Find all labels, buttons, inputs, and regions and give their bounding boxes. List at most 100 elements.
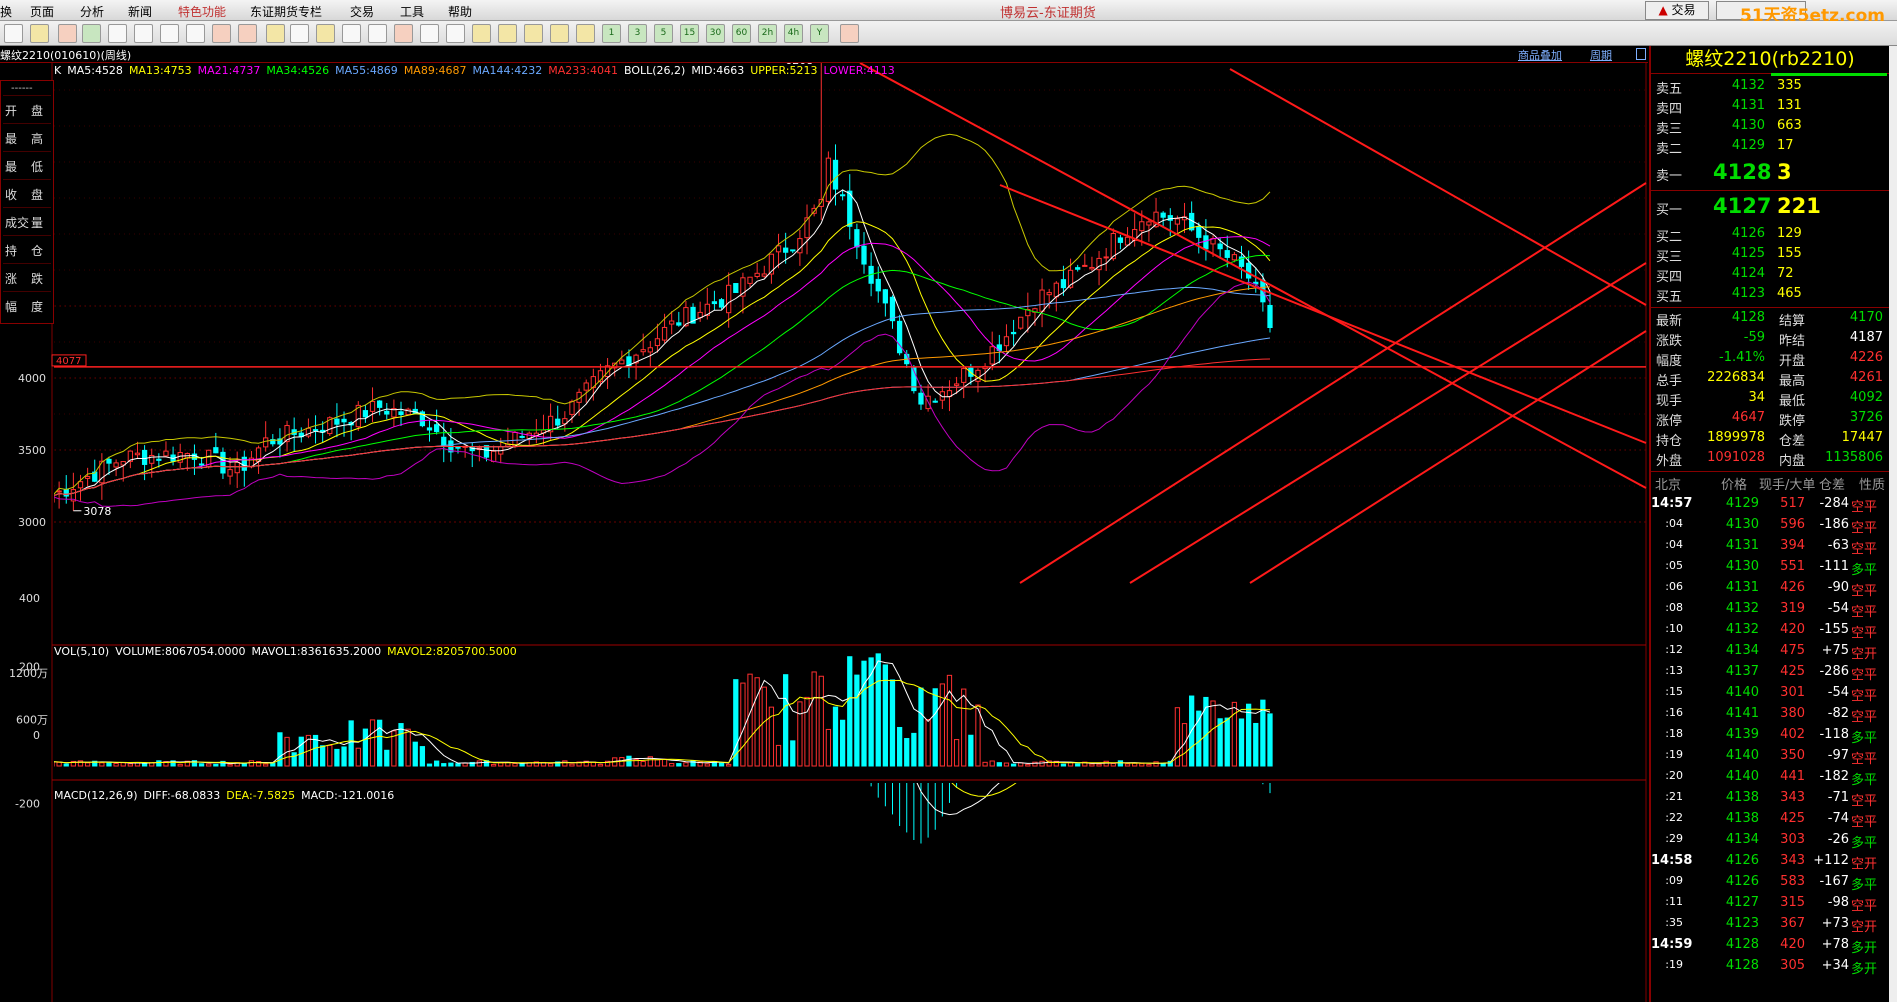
- toolbar-button[interactable]: [420, 24, 439, 43]
- trend-line: [999, 184, 1647, 444]
- menu-item-analysis[interactable]: 分析: [80, 3, 104, 20]
- tick-oi-change: -90: [1827, 580, 1849, 595]
- stat-row: 幅度 -1.41% 开盘 4226: [1651, 350, 1889, 370]
- volume-bar: [896, 726, 903, 767]
- toolbar-button[interactable]: [82, 24, 101, 43]
- volume-bar: [726, 763, 732, 767]
- bid-price: 4123: [1731, 286, 1765, 301]
- indicator-value: K: [54, 64, 62, 77]
- volume-bar: [861, 660, 867, 767]
- indicator-value: MA34:4526: [266, 64, 330, 77]
- toolbar-button[interactable]: [524, 24, 543, 43]
- volume-bar: [1139, 763, 1145, 767]
- stat-row: 最新 4128 结算 4170: [1651, 310, 1889, 330]
- macd-axis-label: 0: [33, 729, 40, 742]
- left-panel-row: 收盘: [3, 179, 51, 206]
- ticks-header-label: 北京: [1655, 478, 1682, 493]
- menu-item-features[interactable]: 特色功能: [178, 3, 226, 20]
- toolbar-button[interactable]: [472, 24, 491, 43]
- volume-bar: [1039, 760, 1045, 767]
- toolbar-button[interactable]: [266, 24, 285, 43]
- tick-row: :05 4130 551 -111 多平: [1651, 559, 1889, 580]
- toolbar-button[interactable]: 1: [602, 24, 621, 43]
- ask-row: 卖四 4131 131: [1651, 98, 1889, 118]
- kline-chart-area[interactable]: 45004000350030004077620830781200万600万400…: [0, 63, 1648, 1002]
- toolbar-button[interactable]: [498, 24, 517, 43]
- volume-bar: [263, 763, 269, 767]
- toolbar-button[interactable]: [368, 24, 387, 43]
- left-panel-label: 度: [31, 300, 44, 314]
- bid-price: 4126: [1731, 226, 1765, 241]
- menu-item-futures-column[interactable]: 东证期货专栏: [250, 3, 322, 20]
- toolbar-button[interactable]: [576, 24, 595, 43]
- period-link[interactable]: 周期: [1590, 47, 1612, 63]
- bid-row: 买五 4123 465: [1651, 286, 1889, 306]
- tick-row: :19 4128 305 +34 多开: [1651, 958, 1889, 979]
- menu-item-help[interactable]: 帮助: [448, 3, 472, 20]
- toolbar-button[interactable]: 3: [628, 24, 647, 43]
- candle-body: [989, 346, 995, 365]
- toolbar-button[interactable]: Y: [810, 24, 829, 43]
- candle-body: [334, 418, 340, 425]
- candle-body: [1217, 243, 1223, 250]
- menu-item-switch[interactable]: 换: [0, 3, 12, 20]
- toolbar-button[interactable]: 30: [706, 24, 725, 43]
- tick-row: :08 4132 319 -54 空平: [1651, 601, 1889, 622]
- toolbar-button[interactable]: [238, 24, 257, 43]
- volume-bar: [113, 762, 119, 767]
- toolbar-button[interactable]: [212, 24, 231, 43]
- toolbar-button[interactable]: [446, 24, 465, 43]
- trade-button[interactable]: ▲ 交易: [1645, 1, 1709, 20]
- candle-body: [619, 359, 625, 365]
- toolbar-button[interactable]: [550, 24, 569, 43]
- volume-bar: [1253, 722, 1259, 767]
- left-info-panel: ------ 开盘最高最低收盘成交量持仓涨跌幅度: [0, 80, 54, 324]
- bid-volume: 465: [1777, 286, 1802, 301]
- volume-bar: [455, 763, 461, 767]
- candle-body: [661, 326, 668, 341]
- toolbar-button[interactable]: [316, 24, 335, 43]
- toolbar-button[interactable]: [342, 24, 361, 43]
- toolbar-button[interactable]: [58, 24, 77, 43]
- quote-panel: 螺纹2210(rb2210) 卖五 4132 335 卖四 4131 131 卖三 4130 6…: [1649, 46, 1897, 1002]
- candle-body: [569, 400, 575, 415]
- stat-label: 结算: [1779, 314, 1806, 329]
- ask-row: 卖二 4129 17: [1651, 138, 1889, 158]
- macd-indicator-header: MACD(12,26,9) DIFF:-68.0833 DEA:-7.5825 MAC…: [54, 789, 400, 802]
- toolbar-button[interactable]: 15: [680, 24, 699, 43]
- toolbar-button[interactable]: [290, 24, 309, 43]
- toolbar-button[interactable]: [394, 24, 413, 43]
- toolbar-button[interactable]: [160, 24, 179, 43]
- tick-oi-change: +75: [1821, 643, 1849, 658]
- left-panel-row: 涨跌: [3, 263, 51, 290]
- volume-bar: [569, 763, 575, 767]
- tick-oi-change: -182: [1819, 769, 1849, 784]
- menu-item-tools[interactable]: 工具: [400, 3, 424, 20]
- tick-oi-change: -26: [1827, 832, 1849, 847]
- tick-type: 多平: [1851, 731, 1878, 746]
- toolbar-button[interactable]: 60: [732, 24, 751, 43]
- toolbar-button[interactable]: [4, 24, 23, 43]
- pane-toggle-icon[interactable]: [1636, 48, 1646, 60]
- toolbar-button[interactable]: [186, 24, 205, 43]
- toolbar-button[interactable]: [840, 24, 859, 43]
- tick-volume: 394: [1780, 538, 1805, 553]
- menu-item-trade[interactable]: 交易: [350, 3, 374, 20]
- macd-dea-line: [951, 783, 1017, 797]
- toolbar-button[interactable]: [108, 24, 127, 43]
- toolbar-button[interactable]: 5: [654, 24, 673, 43]
- toolbar-button[interactable]: [30, 24, 49, 43]
- tick-price: 4128: [1725, 937, 1759, 952]
- toolbar-button[interactable]: 4h: [784, 24, 803, 43]
- trend-line: [1229, 68, 1647, 306]
- stat-label: 外盘: [1656, 454, 1683, 469]
- toolbar-button[interactable]: [134, 24, 153, 43]
- tick-volume: 402: [1780, 727, 1805, 742]
- volume-bar: [953, 739, 960, 767]
- menu-item-page[interactable]: 页面: [30, 3, 54, 20]
- menu-item-news[interactable]: 新闻: [128, 3, 152, 20]
- quote-scrollbar[interactable]: [1889, 46, 1897, 1002]
- toolbar-button[interactable]: 2h: [758, 24, 777, 43]
- overlay-link[interactable]: 商品叠加: [1518, 47, 1562, 63]
- volume-bar: [476, 760, 483, 767]
